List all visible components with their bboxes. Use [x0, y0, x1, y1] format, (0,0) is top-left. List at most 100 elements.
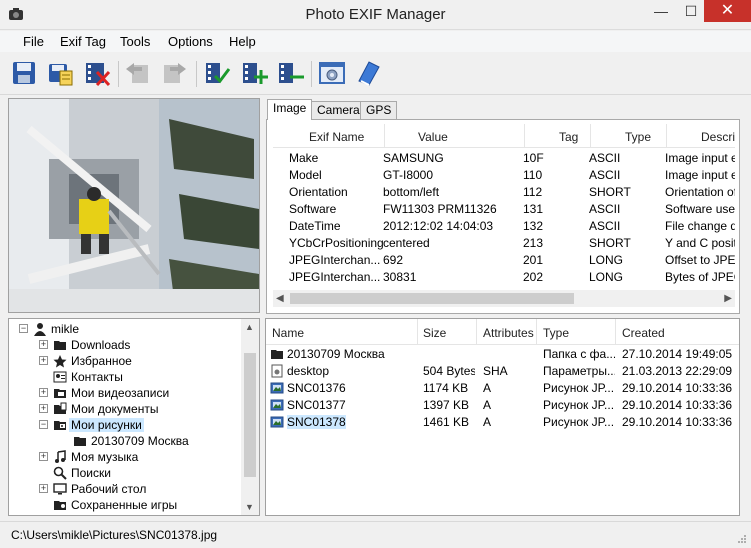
column-header-exif-name[interactable]: Exif Name — [309, 130, 364, 144]
photo-thumbnail — [9, 99, 259, 312]
exif-row[interactable]: JPEGInterchan... 30831 202 LONG Bytes of JPE… — [273, 268, 735, 285]
column-divider — [384, 124, 385, 148]
save-as-icon — [49, 64, 73, 86]
tab-image[interactable]: Image — [267, 99, 313, 120]
menu-file[interactable]: File — [23, 34, 44, 49]
save-as-button[interactable] — [46, 59, 74, 87]
scroll-up-icon[interactable]: ▲ — [245, 322, 254, 332]
menu-exif-tag[interactable]: Exif Tag — [60, 34, 106, 49]
menu-help[interactable]: Help — [229, 34, 256, 49]
toolbar — [0, 53, 751, 95]
exif-cell-tag: 132 — [523, 219, 544, 233]
exif-row[interactable]: JPEGInterchan... 692 201 LONG Offset to JPE — [273, 251, 735, 268]
file-created: 29.10.2014 10:33:36 — [622, 381, 733, 395]
minimize-button[interactable]: — — [646, 0, 676, 22]
scroll-right-icon[interactable]: ▶ — [724, 293, 732, 304]
close-button[interactable]: ✕ — [704, 0, 751, 22]
exif-cell-name: JPEGInterchan... — [289, 270, 381, 284]
resize-grip-icon[interactable] — [737, 534, 747, 544]
toolbar-separator — [311, 61, 312, 87]
menu-options[interactable]: Options — [168, 34, 213, 49]
back-button[interactable] — [124, 59, 152, 87]
exif-row[interactable]: DateTime 2012:12:02 14:04:03 132 ASCII File … — [273, 217, 735, 234]
horizontal-scrollbar[interactable]: ◀ ▶ — [273, 290, 735, 307]
file-type: Рисунок JP... — [543, 381, 615, 395]
image-file-icon — [270, 415, 284, 429]
exif-row[interactable]: Make SAMSUNG 10F ASCII Image input e — [273, 149, 735, 166]
exif-cell-type: SHORT — [589, 236, 631, 250]
maximize-button[interactable]: ☐ — [676, 0, 706, 22]
film-check-icon — [206, 63, 231, 84]
settings-button[interactable] — [318, 59, 346, 87]
column-header-size[interactable]: Size — [423, 326, 446, 340]
menu-tools[interactable]: Tools — [120, 34, 150, 49]
window-title: Photo EXIF Manager — [305, 6, 446, 23]
exif-row[interactable]: Model GT-I8000 110 ASCII Image input e — [273, 166, 735, 183]
toolbar-separator — [196, 61, 197, 87]
column-header-value[interactable]: Value — [418, 130, 448, 144]
file-size: 1397 KB — [423, 398, 470, 412]
exif-row[interactable]: Software FW11303 PRM11326 131 ASCII Software… — [273, 200, 735, 217]
remove-tag-button[interactable] — [276, 59, 304, 87]
collapse-icon[interactable]: − — [19, 324, 28, 333]
column-divider — [666, 124, 667, 148]
column-header-type[interactable]: Type — [625, 130, 651, 144]
vertical-scrollbar[interactable]: ▲ ▼ — [241, 319, 259, 515]
exif-cell-value: 2012:12:02 14:04:03 — [383, 219, 494, 233]
exif-cell-tag: 112 — [523, 185, 543, 199]
file-row[interactable]: 20130709 Москва Папка с фа... 27.10.2014 1… — [266, 346, 739, 362]
exif-cell-type: LONG — [589, 270, 624, 284]
scrollbar-thumb[interactable] — [244, 353, 256, 477]
column-header-tag[interactable]: Tag — [559, 130, 578, 144]
expand-icon[interactable]: + — [39, 340, 48, 349]
file-row[interactable]: SNC01378 1461 KB A Рисунок JP... 29.10.2014 … — [266, 414, 739, 430]
exif-cell-name: Software — [289, 202, 337, 216]
exif-cell-value: GT-I8000 — [383, 168, 434, 182]
column-header-description[interactable]: Descrip — [701, 130, 735, 144]
tab-camera[interactable]: Camera — [311, 101, 366, 119]
scrollbar-thumb[interactable] — [290, 293, 574, 304]
help-button[interactable] — [354, 59, 382, 87]
file-row[interactable]: desktop 504 Bytes SHA Параметры... 21.03.201… — [266, 363, 739, 379]
exif-cell-value: FW11303 PRM11326 — [383, 202, 497, 216]
exif-cell-type: ASCII — [589, 151, 621, 165]
file-row[interactable]: SNC01376 1174 KB A Рисунок JP... 29.10.2014 … — [266, 380, 739, 396]
exif-cell-type: SHORT — [589, 185, 631, 199]
desktop-icon — [53, 482, 67, 496]
delete-exif-button[interactable] — [83, 59, 111, 87]
exif-row[interactable]: YCbCrPositioning centered 213 SHORT Y and C … — [273, 234, 735, 251]
floppy-disk-icon — [13, 62, 35, 84]
tab-gps[interactable]: GPS — [360, 101, 398, 119]
tree-item-label: Контакты — [71, 370, 123, 384]
file-created: 21.03.2013 22:29:09 — [622, 364, 733, 378]
toolbar-separator — [118, 61, 119, 87]
forward-button[interactable] — [160, 59, 188, 87]
film-remove-icon — [279, 63, 304, 83]
save-button[interactable] — [10, 59, 38, 87]
check-tags-button[interactable] — [203, 59, 231, 87]
file-type: Папка с фа... — [543, 347, 615, 361]
expand-icon[interactable]: + — [39, 452, 48, 461]
expand-icon[interactable]: + — [39, 484, 48, 493]
tree-item-label: Избранное — [71, 354, 132, 368]
expand-icon[interactable]: + — [39, 356, 48, 365]
column-header-name[interactable]: Name — [272, 326, 304, 340]
expand-icon[interactable]: + — [39, 404, 48, 413]
documents-folder-icon — [53, 402, 67, 416]
column-divider — [536, 319, 537, 345]
scroll-left-icon[interactable]: ◀ — [276, 293, 284, 304]
exif-cell-value: SAMSUNG — [383, 151, 444, 165]
exif-cell-type: ASCII — [589, 202, 621, 216]
tree-item-label: Рабочий стол — [71, 482, 147, 496]
file-row[interactable]: SNC01377 1397 KB A Рисунок JP... 29.10.2014 … — [266, 397, 739, 413]
tree-item-label: Мои рисунки — [69, 418, 144, 432]
exif-row[interactable]: Orientation bottom/left 112 SHORT Orientatio… — [273, 183, 735, 200]
collapse-icon[interactable]: − — [39, 420, 48, 429]
image-file-icon — [270, 398, 284, 412]
column-header-attributes[interactable]: Attributes — [483, 326, 534, 340]
add-tag-button[interactable] — [240, 59, 268, 87]
column-header-created[interactable]: Created — [622, 326, 665, 340]
expand-icon[interactable]: + — [39, 388, 48, 397]
column-header-type[interactable]: Type — [543, 326, 569, 340]
scroll-down-icon[interactable]: ▼ — [245, 502, 254, 512]
